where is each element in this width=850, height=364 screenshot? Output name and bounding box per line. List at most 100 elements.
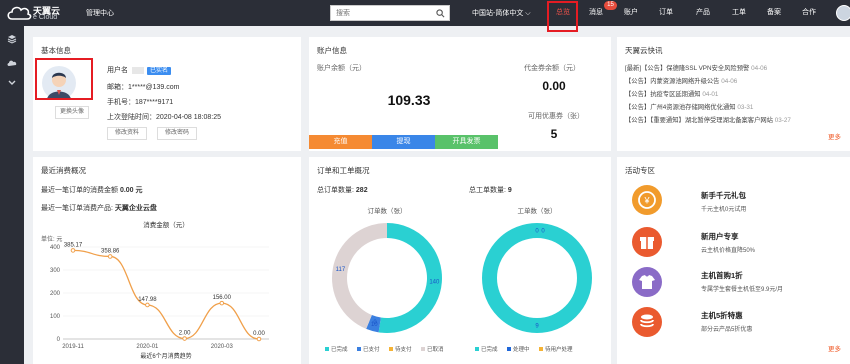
data-point: [145, 302, 150, 308]
chevron-down-icon: ⌵: [525, 10, 531, 17]
message-count-badge: 15: [604, 1, 617, 10]
activity-item-2[interactable]: [632, 227, 662, 257]
data-label: 385.17: [64, 242, 83, 248]
chevron-down-icon[interactable]: [7, 78, 17, 88]
verified-badge: 已实名: [147, 67, 172, 75]
last-product-label: 最近一笔订单消费产品:: [41, 205, 113, 212]
balance-label: 账户余额（元）: [317, 65, 366, 72]
news-item[interactable]: 【公告】广州4资源池存储网络优化通知 03-31: [625, 102, 753, 111]
legend-swatch: [539, 347, 543, 351]
legend-swatch: [389, 347, 393, 351]
activity-title-3[interactable]: 主机首购1折: [701, 270, 743, 281]
news-item-text: 【公告】【重要通知】湖北暂停受理湖北备案客户网站: [625, 117, 773, 124]
y-tick-label: 0: [57, 337, 61, 343]
legend-label: 已完成: [481, 345, 498, 353]
tickets-donut-chart: 工单数（张）90 0已完成 处理中 待用户处理: [475, 206, 592, 353]
data-label: 156.00: [213, 295, 232, 301]
region-selector[interactable]: 中国站-简体中文 ⌵: [472, 8, 531, 18]
email-text: 邮箱：1*****@139.com: [107, 84, 180, 91]
data-point: [70, 248, 76, 253]
news-item[interactable]: 【公告】【重要通知】湖北暂停受理湖北备案客户网站 03-27: [625, 115, 791, 124]
orders-title: 订单和工单概况: [317, 166, 370, 175]
cloud-nav-icon[interactable]: [7, 58, 17, 68]
masked-username: [132, 66, 144, 74]
last-amount-row: 最近一笔订单的消费金额 0.00 元: [41, 185, 143, 195]
donut-title: 工单数（张）: [518, 206, 557, 215]
news-item[interactable]: 【公告】内蒙资源池网络升级公告 04-06: [625, 76, 737, 85]
donut-slice: [378, 223, 442, 333]
consumption-card: 最近消费概况 最近一笔订单的消费金额 0.00 元 最近一笔订单消费产品: 天翼…: [33, 157, 301, 364]
legend-label: 已完成: [331, 345, 348, 353]
voucher-value: 0.00: [542, 79, 566, 93]
activity-item-3[interactable]: [632, 267, 662, 297]
total-tickets-value: 9: [507, 187, 512, 194]
top-bar: 天翼云 e Cloud 管理中心 中国站-简体中文 ⌵ 总览 消息 15 账户 …: [0, 0, 850, 26]
invoice-button[interactable]: 开具发票: [435, 135, 498, 149]
username-row: 用户名 已实名: [107, 65, 172, 75]
layers-icon[interactable]: [7, 34, 17, 44]
activity-more-link[interactable]: 更多: [828, 343, 841, 353]
legend-swatch: [357, 347, 361, 351]
nav-filing[interactable]: 备案: [763, 0, 785, 26]
nav-account[interactable]: 账户: [620, 0, 642, 26]
activity-title-4[interactable]: 主机5折特惠: [701, 310, 743, 321]
recharge-button[interactable]: 充值: [309, 135, 372, 149]
nav-orders[interactable]: 订单: [655, 0, 677, 26]
legend-swatch: [325, 347, 329, 351]
y-tick-label: 200: [50, 291, 61, 297]
activity-desc-2: 云主机价格直降50%: [701, 248, 756, 254]
news-item-date: 03-31: [737, 104, 754, 111]
y-axis-label: 单位: 元: [41, 235, 62, 243]
user-avatar[interactable]: [836, 5, 850, 21]
coupon-label: 可用优惠券（张）: [528, 113, 584, 120]
donut-value-label: 117: [336, 267, 346, 273]
activity-title-1[interactable]: 新手千元礼包: [701, 190, 746, 201]
data-point: [107, 254, 113, 259]
orders-donut-chart: 订单数（张）140100117已完成 已支付 待支付 已取消: [325, 206, 444, 353]
phone-text: 手机号：187****9171: [107, 99, 174, 106]
change-avatar-button[interactable]: 更换头像: [55, 106, 89, 119]
avatar-highlight-box: [35, 58, 93, 100]
news-item-date: 04-01: [702, 91, 719, 98]
data-point: [219, 300, 225, 306]
consumption-line-chart: 消费金额（元） 单位: 元 400 300 200 100 02019-11 2020-01 2…: [41, 220, 269, 360]
nav-products[interactable]: 产品: [692, 0, 714, 26]
balance-value: 109.33: [387, 92, 431, 108]
activity-item-4[interactable]: [632, 307, 662, 337]
legend-swatch: [507, 347, 511, 351]
svg-text:¥: ¥: [643, 196, 650, 206]
chart-title: 消费金额（元）: [143, 220, 189, 229]
news-item[interactable]: [最新]【公告】保德隆SSL VPN安全风险预警 04-06: [625, 63, 767, 72]
news-more-link[interactable]: 更多: [828, 131, 841, 141]
legend-swatch: [421, 347, 425, 351]
management-center-link[interactable]: 管理中心: [86, 8, 114, 18]
overview-highlight-box: [547, 1, 578, 32]
activity-title-2[interactable]: 新用户专享: [701, 231, 739, 242]
edit-profile-button[interactable]: 修改资料: [107, 127, 147, 140]
total-tickets-row: 总工单数量: 9: [469, 185, 512, 195]
brand-logo[interactable]: 天翼云 e Cloud: [6, 3, 66, 23]
total-orders-row: 总订单数量: 282: [317, 185, 368, 195]
donut-value-label: 140: [429, 280, 440, 286]
change-password-button[interactable]: 修改密码: [157, 127, 197, 140]
x-axis-label: 最近6个月消费趋势: [140, 352, 191, 360]
nav-tickets[interactable]: 工单: [728, 0, 750, 26]
news-item[interactable]: 【公告】抗疫专区延期通知 04-01: [625, 89, 718, 98]
coupon-value: 5: [550, 127, 558, 141]
data-label: 0.00: [253, 331, 265, 337]
news-item-text: 【公告】抗疫专区延期通知: [625, 91, 701, 98]
news-item-text: 【公告】内蒙资源池网络升级公告: [625, 78, 720, 85]
activity-item-1[interactable]: ¥: [632, 185, 662, 215]
search-input[interactable]: [331, 6, 431, 20]
withdraw-button[interactable]: 提现: [372, 135, 435, 149]
data-label: 2.00: [179, 331, 191, 337]
search-icon[interactable]: [436, 9, 445, 18]
news-item-date: 04-06: [721, 78, 738, 85]
total-orders-label: 总订单数量:: [317, 187, 354, 194]
nav-cooperation[interactable]: 合作: [798, 0, 820, 26]
search-box[interactable]: [330, 5, 450, 21]
legend-label: 待用户处理: [545, 345, 573, 353]
news-card: 天翼云快讯 [最新]【公告】保德隆SSL VPN安全风险预警 04-06 【公告…: [617, 37, 850, 151]
brand-sub: e Cloud: [33, 14, 58, 21]
orders-card: 订单和工单概况 总订单数量: 282 总工单数量: 9 订单数（张） 140 10 0…: [309, 157, 611, 364]
